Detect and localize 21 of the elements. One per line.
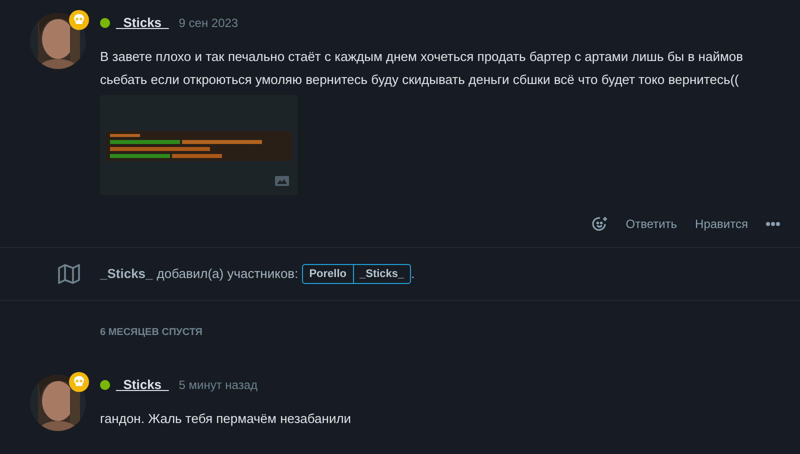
- author-name[interactable]: _Sticks_: [116, 13, 169, 33]
- punctuation: .: [411, 265, 415, 284]
- add-reaction-icon[interactable]: [592, 216, 608, 232]
- attachment-card[interactable]: [100, 95, 298, 195]
- post-text: гандон. Жаль тебя пермачём незабанили: [100, 410, 352, 428]
- skull-icon: [69, 372, 89, 392]
- participant-tag[interactable]: Porello: [303, 265, 352, 283]
- map-icon: [58, 264, 80, 284]
- like-button[interactable]: Нравится: [695, 215, 748, 233]
- time-divider: 6 МЕСЯЦЕВ СПУСТЯ: [100, 327, 202, 338]
- image-icon: [275, 176, 289, 186]
- post-time: 9 сен 2023: [178, 15, 238, 32]
- event-text: добавил(а) участников:: [156, 265, 298, 284]
- post-time: 5 минут назад: [178, 377, 258, 394]
- participant-tag[interactable]: _Sticks_: [352, 265, 410, 283]
- post-text: В завете плохо и так печально стаёт с каждым днем хочеться продать бартер с артами лишь бы в наймов сьебать если откроються умоляю вернитесь буду скидывать деньги сбшки всё что будет токо вернитесь((: [100, 48, 744, 89]
- author-name[interactable]: _Sticks_: [116, 375, 169, 395]
- skull-icon: [69, 10, 89, 30]
- reply-button[interactable]: Ответить: [626, 215, 678, 233]
- author-name[interactable]: _Sticks_: [100, 264, 153, 284]
- more-icon[interactable]: [766, 222, 780, 226]
